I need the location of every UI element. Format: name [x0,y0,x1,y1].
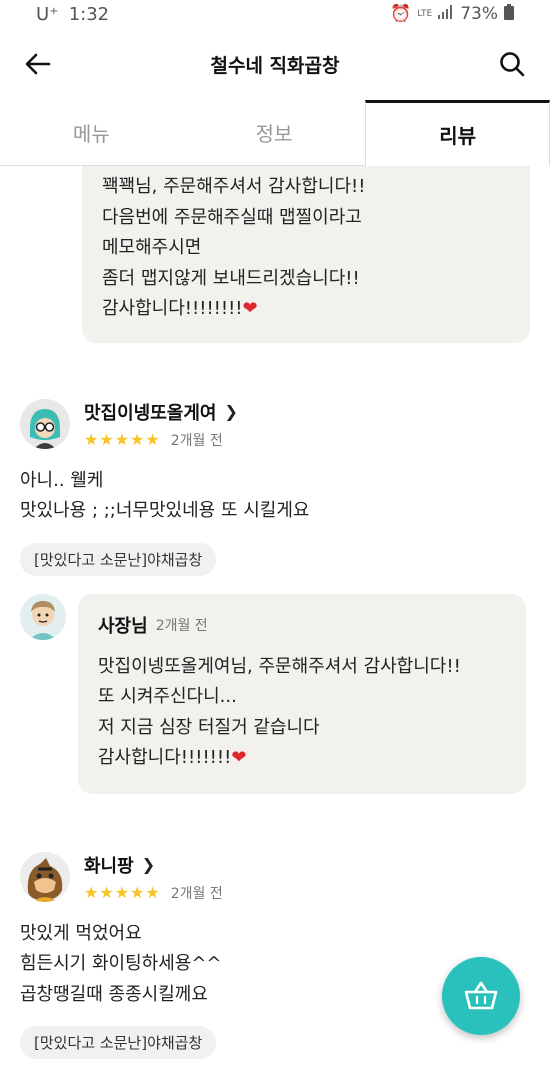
tab-info[interactable]: 정보 [182,100,366,166]
signal-icon [438,4,454,24]
avatar[interactable] [20,399,70,449]
tab-reviews[interactable]: 리뷰 [365,100,550,166]
star-rating: ★★★★★ [84,430,161,449]
avatar[interactable] [20,852,70,902]
owner-reply: 사장님 2개월 전 맛집이넹또올게여님, 주문해주셔서 감사합니다!! 또 시켜… [0,593,550,794]
review-list[interactable]: 꽥꽥님, 주문해주셔서 감사합니다!! 다음번에 주문해주실때 맵찔이라고 메모… [0,166,550,1067]
tab-menu[interactable]: 메뉴 [0,100,183,166]
alarm-icon: ⏰ [390,4,412,24]
heart-icon: ❤ [231,747,247,768]
status-bar: U⁺ 1:32 ⏰ LTE 73% [0,0,550,28]
back-button[interactable] [22,48,54,80]
review-author[interactable]: 화니팡 ❯ [84,852,223,878]
owner-name: 사장님 [98,615,148,637]
owner-reply-text: 꽥꽥님, 주문해주셔서 감사합니다!! 다음번에 주문해주실때 맵찔이라고 메모… [102,176,366,319]
search-icon [500,52,525,77]
tab-bar: 메뉴 정보 리뷰 [0,100,550,166]
review-item: 맛집이넹또올게여 ❯ ★★★★★ 2개월 전 아니.. 웰케 맛있나용 ; ;;… [0,399,550,576]
owner-reply-text: 맛집이넹또올게여님, 주문해주셔서 감사합니다!! 또 시켜주신다니... 저 … [98,655,461,769]
cart-button[interactable] [442,957,520,1035]
heart-icon: ❤ [242,298,258,319]
review-author-name: 화니팡 [84,855,134,877]
carrier-label: U⁺ [36,3,59,25]
review-author-name: 맛집이넹또올게여 [84,402,217,424]
star-rating: ★★★★★ [84,883,161,902]
review-author[interactable]: 맛집이넹또올게여 ❯ [84,399,238,425]
battery-percent: 73% [460,4,498,24]
review-date: 2개월 전 [170,885,223,902]
network-label: LTE [417,8,433,19]
chevron-right-icon: ❯ [224,402,238,421]
clock: 1:32 [68,3,110,25]
owner-reply-bubble: 꽥꽥님, 주문해주셔서 감사합니다!! 다음번에 주문해주실때 맵찔이라고 메모… [82,166,530,343]
owner-reply-date: 2개월 전 [155,617,208,634]
review-date: 2개월 전 [170,432,223,449]
search-button[interactable] [496,48,528,80]
basket-icon [464,981,498,1010]
owner-avatar [20,593,66,640]
app-header: 철수네 직화곱창 [0,34,550,94]
battery-icon [504,3,514,25]
ordered-menu-tag: [맛있다고 소문난]야채곱창 [20,542,217,576]
chevron-right-icon: ❯ [141,855,156,874]
review-text: 아니.. 웰케 맛있나용 ; ;;너무맛있네용 또 시킬게요 [20,469,310,522]
ordered-menu-tag: [맛있다고 소문난]야채곱창 [20,1026,217,1059]
owner-reply-bubble: 사장님 2개월 전 맛집이넹또올게여님, 주문해주셔서 감사합니다!! 또 시켜… [78,593,526,794]
arrow-left-icon [25,53,51,75]
page-title: 철수네 직화곱창 [210,54,340,77]
